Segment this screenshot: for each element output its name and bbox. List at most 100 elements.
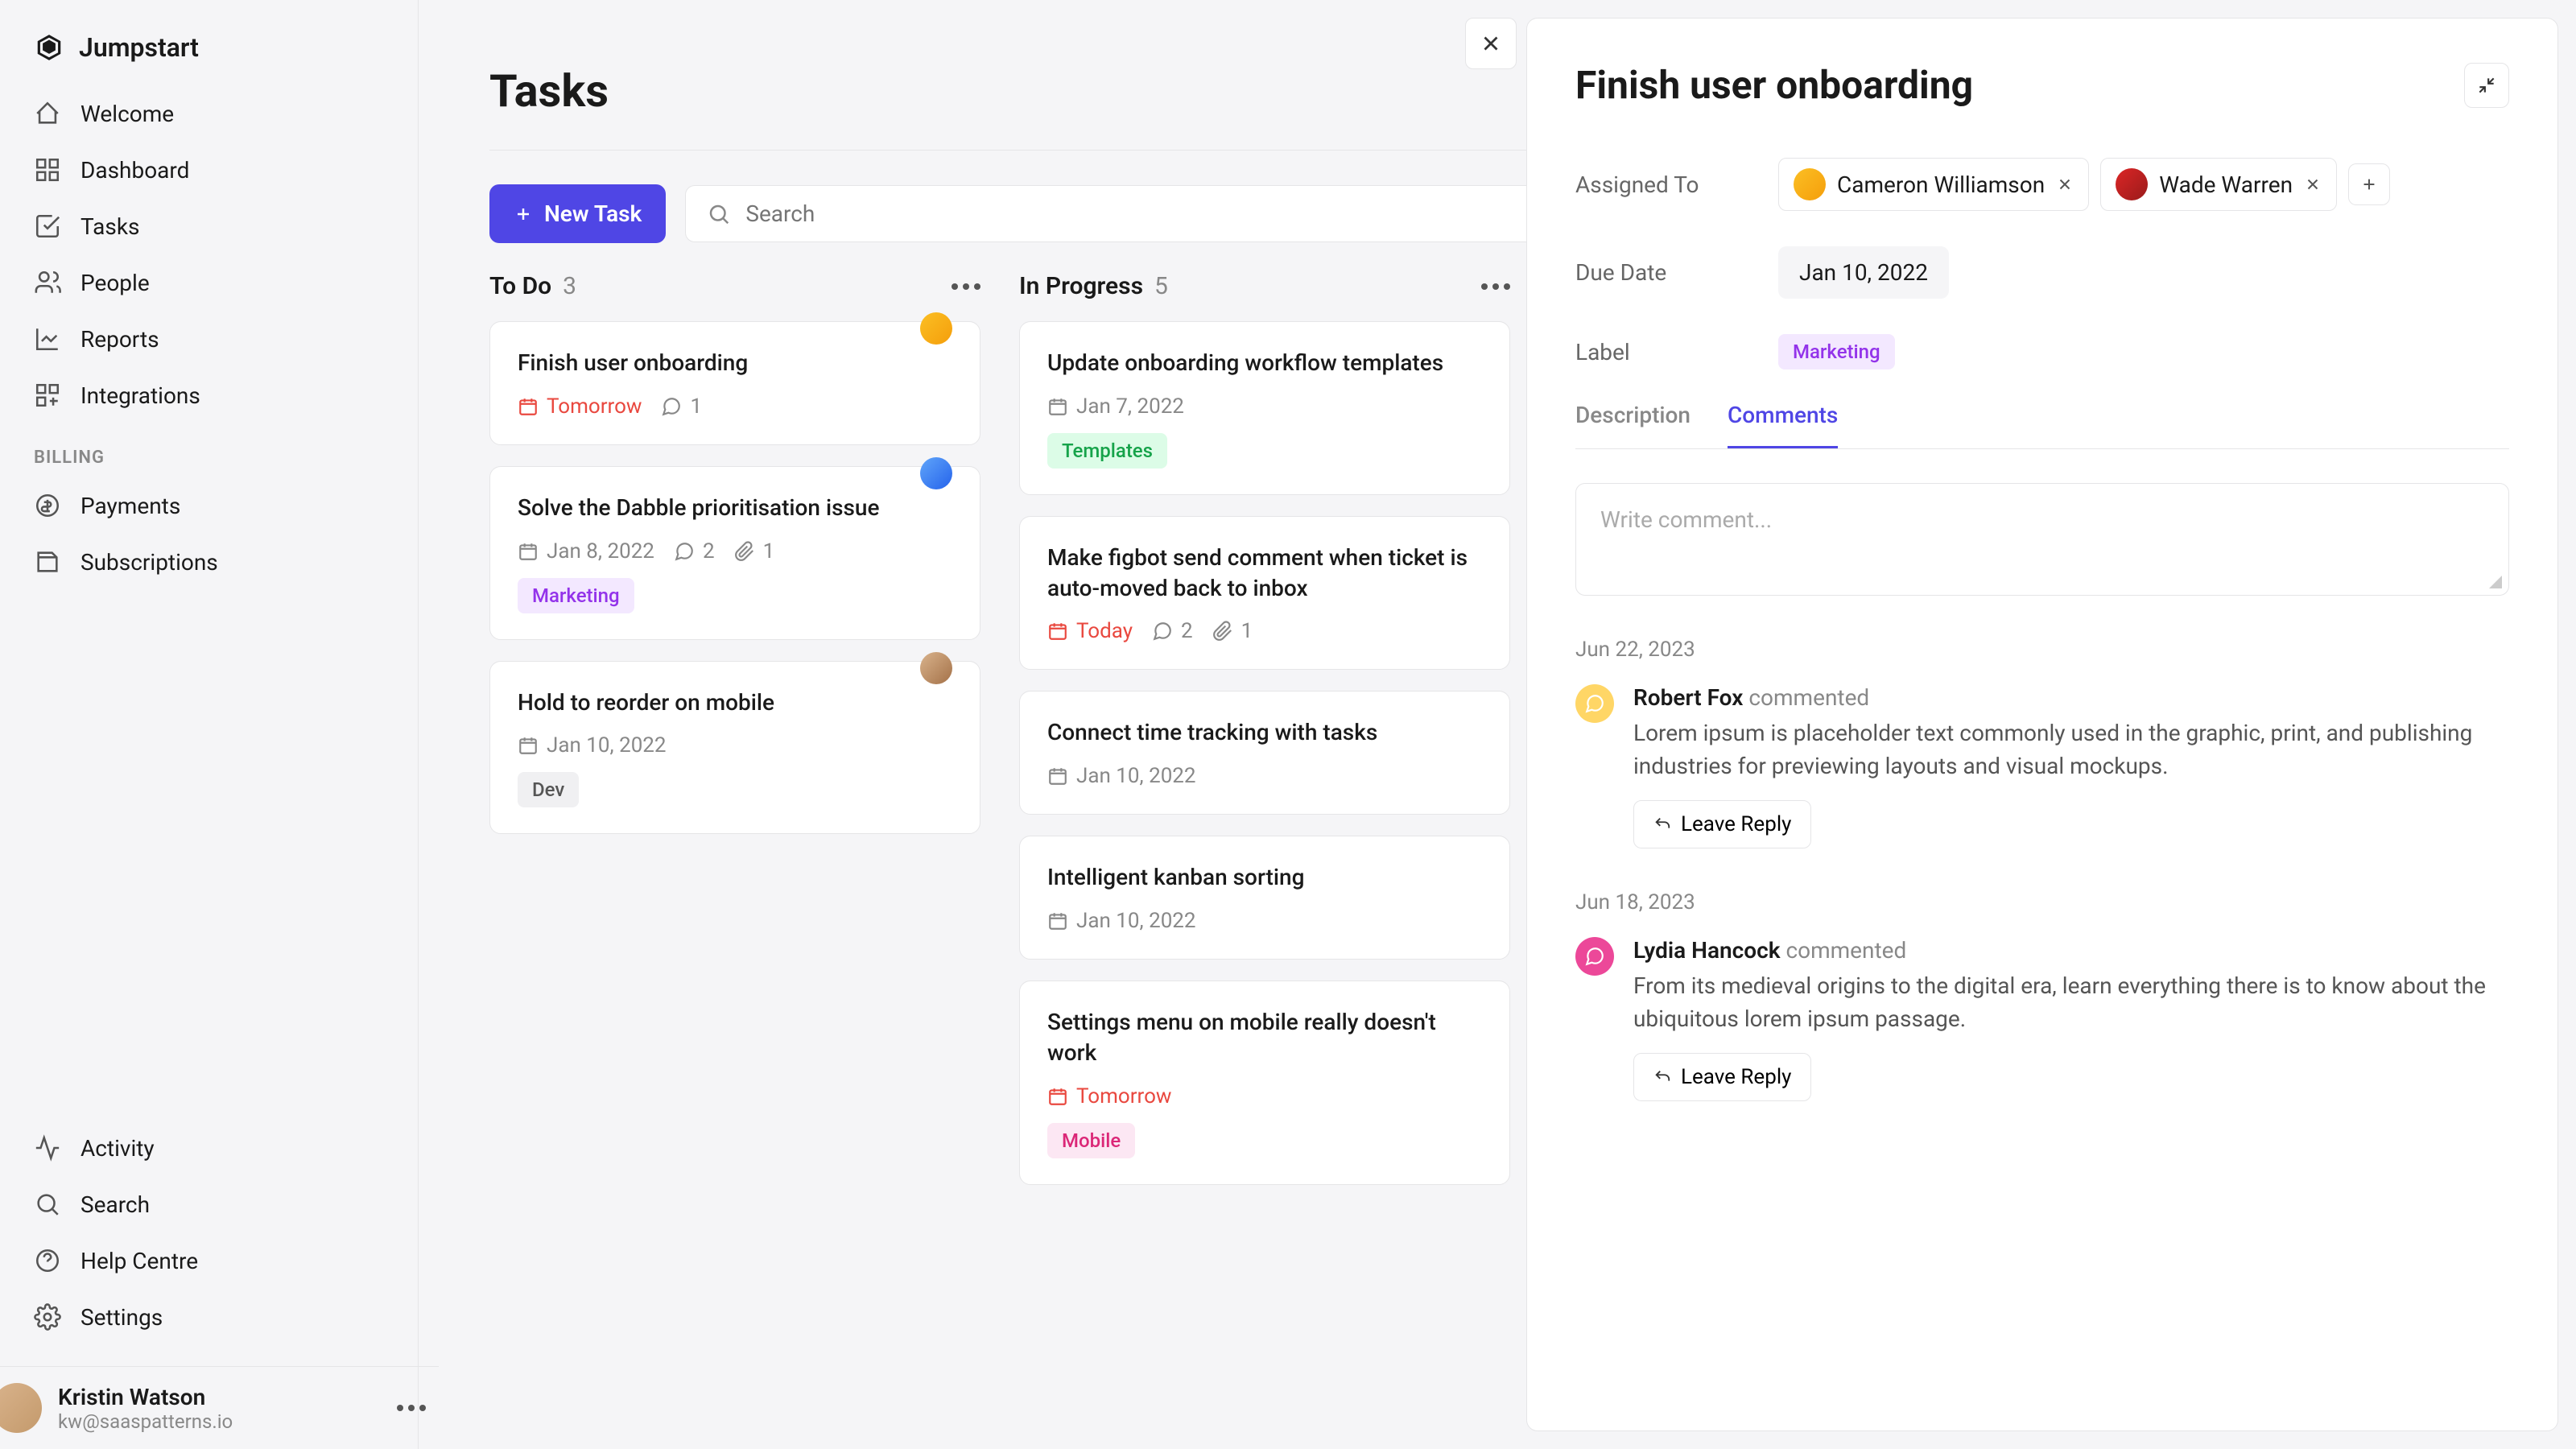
- sidebar-item-help-centre[interactable]: Help Centre: [21, 1232, 397, 1289]
- reply-icon: [1653, 1068, 1671, 1086]
- sidebar-item-dashboard[interactable]: Dashboard: [21, 142, 397, 198]
- task-card[interactable]: Solve the Dabble prioritisation issue Ja…: [489, 466, 980, 640]
- sidebar-item-label: Subscriptions: [80, 549, 218, 576]
- column-count: 3: [563, 272, 576, 300]
- close-icon: [1479, 31, 1503, 56]
- sidebar-item-label: Dashboard: [80, 157, 189, 184]
- assignee-chip[interactable]: Wade Warren: [2100, 158, 2337, 211]
- sidebar-item-label: Activity: [80, 1135, 155, 1162]
- tab-description[interactable]: Description: [1575, 402, 1690, 448]
- search-icon: [707, 202, 731, 226]
- help-centre-icon: [34, 1247, 61, 1274]
- column-to-do: To Do 3 Finish user onboarding Tomorrow …: [489, 272, 980, 1206]
- calendar-icon: [1047, 910, 1068, 931]
- remove-icon[interactable]: [2056, 175, 2074, 193]
- minimize-button[interactable]: [2464, 63, 2509, 108]
- task-card[interactable]: Update onboarding workflow templates Jan…: [1019, 321, 1510, 495]
- task-card[interactable]: Intelligent kanban sorting Jan 10, 2022: [1019, 836, 1510, 960]
- label-row: Label Marketing: [1575, 316, 2509, 387]
- sidebar-item-label: Integrations: [80, 382, 200, 409]
- assignee-avatar: [2116, 168, 2148, 200]
- due-date-chip[interactable]: Jan 10, 2022: [1778, 246, 1949, 299]
- logo-icon: [34, 32, 64, 63]
- subscriptions-icon: [34, 548, 61, 576]
- people-icon: [34, 269, 61, 296]
- sidebar-item-reports[interactable]: Reports: [21, 311, 397, 367]
- detail-tabs: Description Comments: [1575, 402, 2509, 449]
- task-date: Jan 7, 2022: [1047, 394, 1184, 419]
- sidebar-item-tasks[interactable]: Tasks: [21, 198, 397, 254]
- task-card-title: Connect time tracking with tasks: [1047, 717, 1482, 748]
- user-name: Kristin Watson: [58, 1384, 381, 1410]
- minimize-icon: [2476, 75, 2497, 96]
- sidebar-item-integrations[interactable]: Integrations: [21, 367, 397, 423]
- plus-icon: [2360, 175, 2378, 193]
- nav-billing: Payments Subscriptions: [0, 477, 418, 590]
- task-date: Jan 10, 2022: [1047, 764, 1196, 788]
- leave-reply-button[interactable]: Leave Reply: [1633, 1053, 1811, 1101]
- sidebar-item-label: Reports: [80, 326, 159, 353]
- comment-date: Jun 18, 2023: [1575, 890, 2509, 914]
- task-card[interactable]: Connect time tracking with tasks Jan 10,…: [1019, 691, 1510, 815]
- task-card[interactable]: Settings menu on mobile really doesn't w…: [1019, 980, 1510, 1185]
- sidebar-item-subscriptions[interactable]: Subscriptions: [21, 534, 397, 590]
- leave-reply-button[interactable]: Leave Reply: [1633, 800, 1811, 848]
- task-date: Today: [1047, 619, 1133, 643]
- sidebar-item-activity[interactable]: Activity: [21, 1120, 397, 1176]
- add-assignee-button[interactable]: [2348, 163, 2390, 205]
- column-count: 5: [1154, 272, 1168, 300]
- comment-author: Robert Fox commented: [1633, 684, 2509, 711]
- comment-bubble-icon: [1575, 684, 1614, 723]
- welcome-icon: [34, 100, 61, 127]
- task-comments: 2: [1152, 619, 1193, 643]
- attachment-icon: [734, 541, 755, 562]
- sidebar-item-label: Welcome: [80, 101, 174, 127]
- assignee-avatar: [1794, 168, 1826, 200]
- sidebar-item-label: Search: [80, 1191, 150, 1218]
- task-card-title: Solve the Dabble prioritisation issue: [518, 493, 952, 523]
- task-card-title: Update onboarding workflow templates: [1047, 348, 1482, 378]
- task-card-title: Intelligent kanban sorting: [1047, 862, 1482, 893]
- sidebar-item-search[interactable]: Search: [21, 1176, 397, 1232]
- sidebar-item-label: Payments: [80, 493, 180, 519]
- assignee-name: Cameron Williamson: [1837, 171, 2045, 198]
- assignee-chip[interactable]: Cameron Williamson: [1778, 158, 2089, 211]
- task-attachments: 1: [734, 539, 775, 564]
- brand: Jumpstart: [0, 0, 418, 85]
- task-date: Jan 10, 2022: [1047, 909, 1196, 933]
- activity-icon: [34, 1134, 61, 1162]
- task-card[interactable]: Hold to reorder on mobile Jan 10, 2022 D…: [489, 661, 980, 835]
- sidebar-item-payments[interactable]: Payments: [21, 477, 397, 534]
- tab-comments[interactable]: Comments: [1728, 402, 1838, 448]
- new-task-button[interactable]: New Task: [489, 184, 666, 243]
- sidebar: Jumpstart Welcome Dashboard Tasks People…: [0, 0, 419, 1449]
- comment-message: Lorem ipsum is placeholder text commonly…: [1633, 717, 2509, 782]
- task-date: Tomorrow: [1047, 1084, 1171, 1108]
- assignee-name: Wade Warren: [2159, 171, 2293, 198]
- billing-label: BILLING: [21, 423, 397, 477]
- assignee-avatar: [920, 652, 952, 684]
- comment-bubble-icon: [1575, 937, 1614, 976]
- user-row[interactable]: Kristin Watson kw@saaspatterns.io: [0, 1366, 439, 1449]
- sidebar-item-settings[interactable]: Settings: [21, 1289, 397, 1345]
- task-comments: 1: [661, 394, 702, 419]
- reports-icon: [34, 325, 61, 353]
- remove-icon[interactable]: [2304, 175, 2322, 193]
- task-card[interactable]: Finish user onboarding Tomorrow 1: [489, 321, 980, 445]
- column-menu-icon[interactable]: [952, 283, 980, 290]
- sidebar-item-welcome[interactable]: Welcome: [21, 85, 397, 142]
- label-chip[interactable]: Marketing: [1778, 334, 1895, 369]
- task-tag: Templates: [1047, 433, 1167, 469]
- nav-main: Welcome Dashboard Tasks People Reports I…: [0, 85, 418, 423]
- column-menu-icon[interactable]: [1481, 283, 1510, 290]
- calendar-icon: [1047, 1086, 1068, 1107]
- comment-input[interactable]: Write comment...: [1575, 483, 2509, 596]
- task-card[interactable]: Make figbot send comment when ticket is …: [1019, 516, 1510, 671]
- task-date: Jan 10, 2022: [518, 733, 667, 758]
- sidebar-item-people[interactable]: People: [21, 254, 397, 311]
- close-panel-button[interactable]: [1465, 18, 1517, 69]
- payments-icon: [34, 492, 61, 519]
- assignee-avatar: [920, 312, 952, 345]
- due-row: Due Date Jan 10, 2022: [1575, 229, 2509, 316]
- task-card-title: Hold to reorder on mobile: [518, 687, 952, 718]
